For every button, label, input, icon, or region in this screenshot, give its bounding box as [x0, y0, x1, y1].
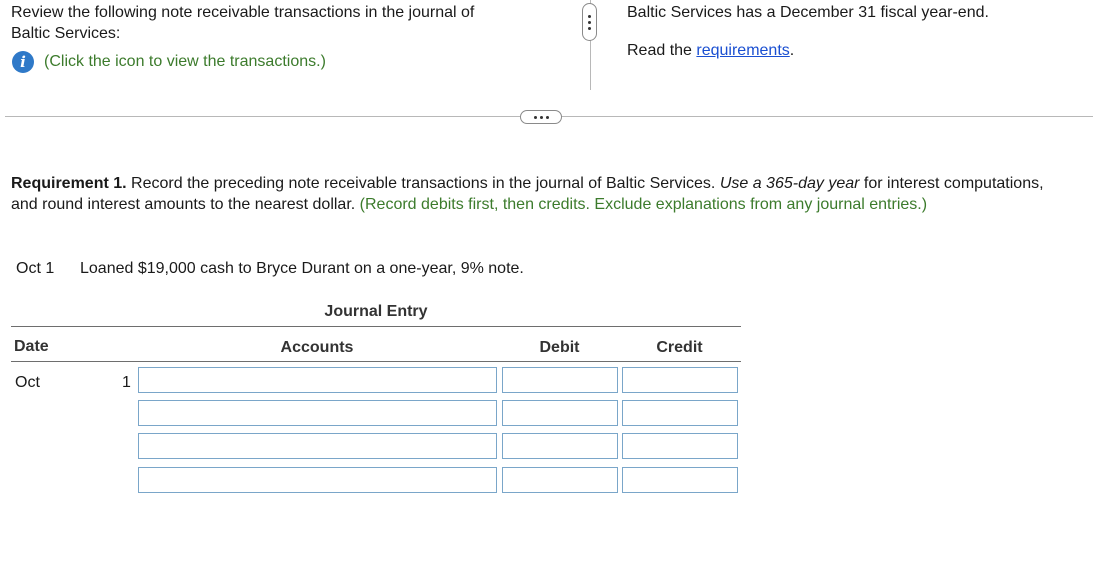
- credit-input-row-3[interactable]: [622, 433, 738, 459]
- intro-text: Review the following note receivable tra…: [11, 2, 474, 44]
- read-prefix: Read the: [627, 42, 697, 59]
- credit-input-row-2[interactable]: [622, 400, 738, 426]
- info-icon-glyph: i: [20, 53, 26, 71]
- account-input-row-4[interactable]: [138, 467, 497, 493]
- column-header-debit: Debit: [539, 339, 580, 356]
- credit-input-row-4[interactable]: [622, 467, 738, 493]
- requirement-text-1: Record the preceding note receivable tra…: [126, 175, 720, 192]
- transaction-description: Loaned $19,000 cash to Bryce Durant on a…: [80, 260, 524, 277]
- requirement-hint: (Record debits first, then credits. Excl…: [359, 196, 928, 213]
- debit-input-row-1[interactable]: [502, 367, 618, 393]
- requirement-paragraph: Requirement 1. Record the preceding note…: [11, 173, 1071, 215]
- info-icon[interactable]: i: [12, 51, 34, 73]
- transaction-date: Oct 1: [16, 260, 55, 277]
- requirements-link[interactable]: requirements: [696, 42, 789, 59]
- column-header-accounts: Accounts: [280, 339, 354, 356]
- debit-input-row-3[interactable]: [502, 433, 618, 459]
- fiscal-year-text: Baltic Services has a December 31 fiscal…: [627, 4, 989, 21]
- read-suffix: .: [789, 42, 795, 59]
- journal-top-rule: [11, 326, 741, 327]
- account-input-row-2[interactable]: [138, 400, 497, 426]
- column-header-credit: Credit: [656, 339, 703, 356]
- journal-title: Journal Entry: [324, 303, 428, 320]
- view-transactions-hint[interactable]: (Click the icon to view the transactions…: [44, 51, 326, 72]
- journal-header-rule: [11, 361, 741, 362]
- debit-input-row-2[interactable]: [502, 400, 618, 426]
- vertical-resize-handle[interactable]: [582, 3, 597, 41]
- intro-line-1: Review the following note receivable tra…: [11, 4, 475, 21]
- read-requirements-text: Read the requirements.: [627, 40, 794, 61]
- requirement-italic: Use a 365-day year: [719, 175, 860, 192]
- account-input-row-1[interactable]: [138, 367, 497, 393]
- requirement-label: Requirement 1.: [11, 175, 127, 192]
- column-header-date: Date: [14, 338, 49, 355]
- credit-input-row-1[interactable]: [622, 367, 738, 393]
- journal-date-month: Oct: [15, 374, 40, 391]
- journal-date-day: 1: [122, 374, 131, 391]
- intro-line-2: Baltic Services:: [11, 25, 121, 42]
- debit-input-row-4[interactable]: [502, 467, 618, 493]
- horizontal-resize-handle[interactable]: [520, 110, 562, 124]
- account-input-row-3[interactable]: [138, 433, 497, 459]
